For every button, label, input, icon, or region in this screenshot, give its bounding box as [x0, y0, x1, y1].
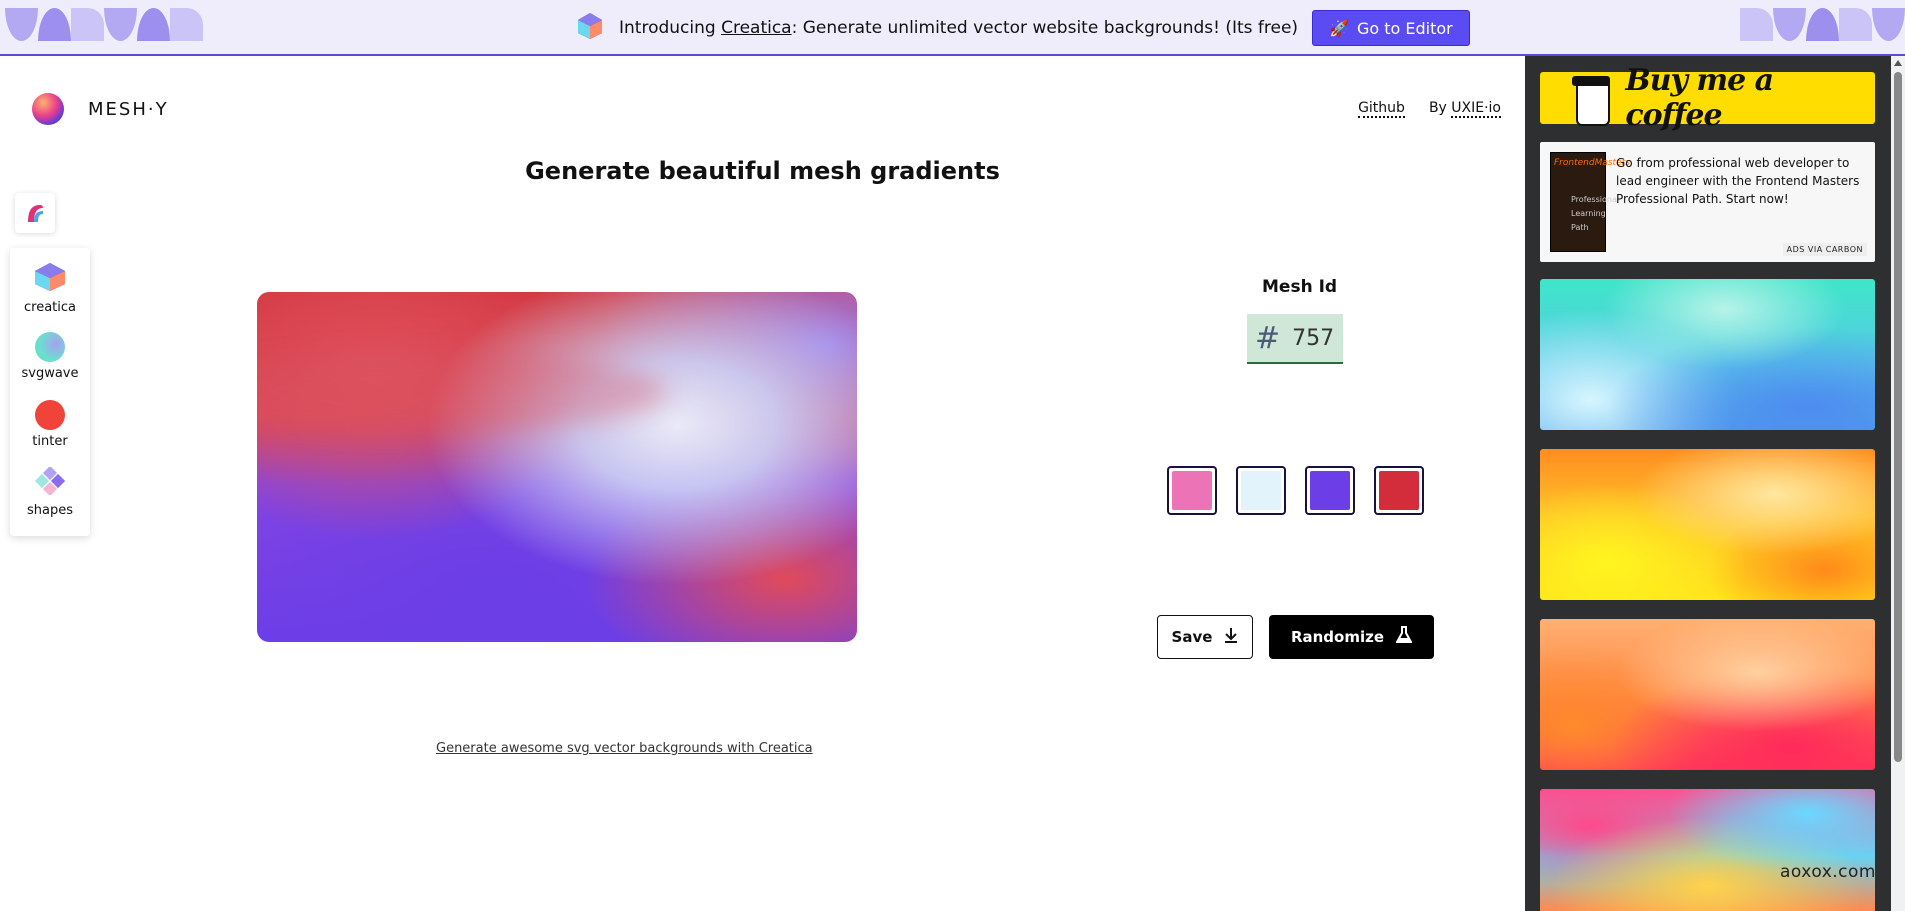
sidebar-item-tinter[interactable]: tinter [10, 390, 90, 458]
color-swatch[interactable] [1167, 466, 1217, 515]
creatica-promo-link[interactable]: Generate awesome svg vector backgrounds … [436, 741, 813, 756]
app-logo-icon[interactable] [15, 193, 55, 233]
banner-decoration-left [5, 8, 203, 41]
announcement-banner: Introducing Creatica: Generate unlimited… [0, 0, 1905, 56]
creatica-icon [575, 11, 605, 45]
github-link[interactable]: Github [1358, 100, 1405, 118]
sidebar-item-label: svgwave [21, 365, 79, 381]
right-ad-panel: Buy me a coffee FrontendMasters Professi… [1525, 56, 1905, 911]
color-swatch[interactable] [1305, 466, 1355, 515]
swatch-fill [1310, 471, 1350, 510]
banner-decoration-right [1740, 8, 1905, 41]
shapes-icon [34, 465, 66, 499]
carbon-ad[interactable]: FrontendMasters Professional Learning Pa… [1540, 142, 1875, 262]
sidebar-item-svgwave[interactable]: svgwave [10, 322, 90, 390]
by-credit: By UXIE·io [1428, 100, 1501, 118]
sidebar-item-label: shapes [26, 502, 73, 518]
watermark: aoxox.com [1780, 862, 1876, 882]
page-title: Generate beautiful mesh gradients [525, 157, 1000, 185]
ad-text[interactable]: Go from professional web developer to le… [1616, 154, 1866, 208]
swatch-fill [1172, 471, 1212, 510]
brand-name[interactable]: MESH·Y [88, 99, 169, 120]
color-swatch[interactable] [1374, 466, 1424, 515]
banner-text: Introducing Creatica: Generate unlimited… [619, 18, 1299, 38]
sidebar-item-shapes[interactable]: shapes [10, 458, 90, 526]
ads-via-carbon[interactable]: ADS VIA CARBON [1782, 243, 1867, 256]
sidebar-item-label: creatica [24, 299, 76, 315]
sidebar-item-label: tinter [32, 433, 68, 449]
flask-icon [1395, 626, 1413, 648]
gradient-thumbnail[interactable] [1540, 789, 1875, 911]
color-swatch[interactable] [1236, 466, 1286, 515]
mesh-id-label: Mesh Id [1262, 277, 1338, 297]
save-button[interactable]: Save [1157, 615, 1253, 659]
coffee-cup-icon [1570, 72, 1613, 126]
gradient-thumbnail[interactable] [1540, 449, 1875, 600]
circle-icon [35, 399, 65, 430]
sidebar-item-creatica[interactable]: creatica [10, 254, 90, 322]
buy-me-a-coffee-button[interactable]: Buy me a coffee [1540, 63, 1875, 133]
creatica-link[interactable]: Creatica [721, 18, 792, 38]
ad-image[interactable]: FrontendMasters Professional Learning Pa… [1550, 152, 1630, 252]
scrollbar[interactable] [1891, 56, 1905, 911]
hash-icon: # [1255, 320, 1281, 356]
go-to-editor-button[interactable]: 🚀 Go to Editor [1312, 10, 1470, 46]
cube-icon [33, 262, 67, 296]
site-header: MESH·Y Github By UXIE·io [0, 56, 1525, 166]
scrollbar-thumb[interactable] [1894, 72, 1902, 762]
wave-icon [35, 331, 65, 362]
rocket-icon: 🚀 [1329, 18, 1349, 38]
scroll-up-icon[interactable] [1894, 60, 1902, 66]
swatch-fill [1241, 471, 1281, 510]
mesh-gradient-preview [257, 292, 857, 642]
brand-logo-icon[interactable] [32, 93, 64, 125]
download-icon [1224, 627, 1238, 647]
mesh-id-value[interactable]: 757 [1292, 326, 1334, 351]
gradient-thumbnail[interactable] [1540, 619, 1875, 770]
sidebar: creatica svgwave tinter shapes [10, 193, 90, 536]
gradient-thumbnail[interactable] [1540, 279, 1875, 430]
mesh-id-input[interactable]: # 757 [1247, 314, 1343, 364]
swatch-fill [1379, 471, 1419, 510]
randomize-button[interactable]: Randomize [1269, 615, 1434, 659]
uxie-link[interactable]: UXIE·io [1451, 100, 1501, 118]
color-swatches [1167, 466, 1424, 515]
